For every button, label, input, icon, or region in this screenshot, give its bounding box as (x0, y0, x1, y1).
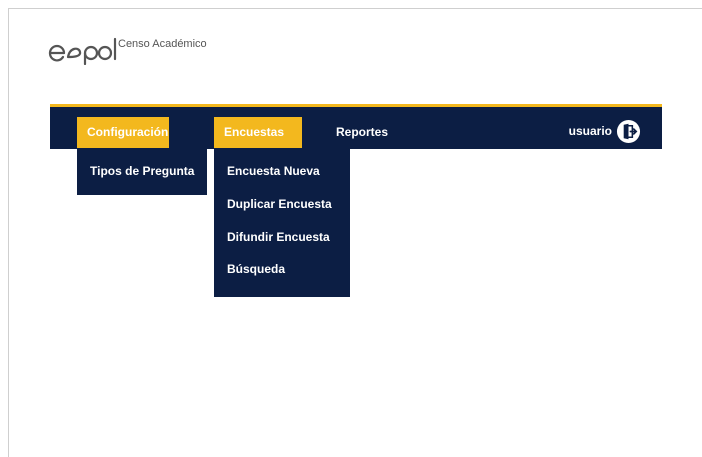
menu-item-tipos-de-pregunta[interactable]: Tipos de Pregunta (90, 164, 194, 178)
nav-encuestas[interactable]: Encuestas (214, 117, 302, 148)
menu-item-duplicar-encuesta[interactable]: Duplicar Encuesta (227, 197, 332, 211)
logout-icon[interactable] (616, 119, 641, 144)
menu-item-difundir-encuesta[interactable]: Difundir Encuesta (227, 230, 330, 244)
menu-item-encuesta-nueva[interactable]: Encuesta Nueva (227, 164, 320, 178)
encuestas-dropdown: Encuesta Nueva Duplicar Encuesta Difundi… (214, 149, 350, 297)
app-subtitle: Censo Académico (118, 38, 207, 50)
user-menu[interactable]: usuario (569, 118, 641, 144)
menu-item-busqueda[interactable]: Búsqueda (227, 262, 285, 276)
nav-configuracion[interactable]: Configuración (77, 117, 169, 148)
page-frame (8, 8, 702, 457)
configuracion-dropdown: Tipos de Pregunta (77, 149, 207, 195)
espol-logo: espol (48, 37, 117, 65)
main-navbar: Configuración Encuestas Reportes usuario (50, 104, 662, 149)
nav-reportes[interactable]: Reportes (326, 117, 398, 148)
user-label: usuario (568, 124, 612, 138)
